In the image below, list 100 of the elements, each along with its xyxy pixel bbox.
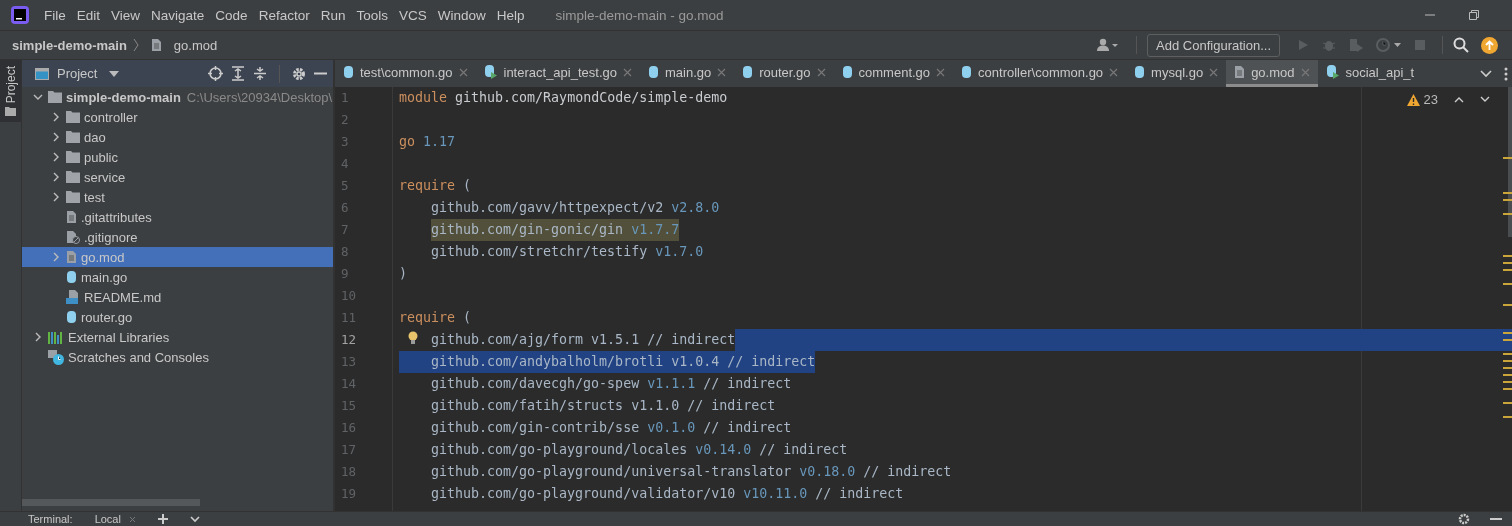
menu-item[interactable]: Tools [356,7,388,23]
menu-item[interactable]: Run [320,7,346,23]
menu-item[interactable]: VCS [398,7,427,23]
tree-item[interactable]: simple-demo-main [66,89,181,105]
tree-item[interactable]: README.md [84,289,162,305]
file-icon [150,38,162,52]
line-number: 19 [340,485,358,503]
line-number: 2 [340,111,350,129]
code-line: require ( [399,309,472,327]
editor-tab[interactable]: comment.go [833,60,954,87]
chevron-icon[interactable] [52,192,60,202]
go-file-icon [647,65,659,79]
chevron-icon[interactable] [34,332,42,342]
tree-item[interactable]: test [84,189,105,205]
project-view-dropdown[interactable]: Project [57,66,120,81]
inspection-widget[interactable]: 23 [1406,92,1490,107]
editor-tab[interactable]: mysql.go [1126,60,1227,87]
tree-item[interactable]: controller [84,109,138,125]
menu-item[interactable]: Refactor [258,7,310,23]
menu-item[interactable]: Code [215,7,248,23]
terminal-tab[interactable]: Local [94,513,121,525]
code-line: module github.com/RaymondCode/simple-demo [399,89,728,107]
chevron-icon[interactable] [33,93,43,101]
line-number: 12 [340,331,358,349]
go-file-icon [343,65,354,79]
editor-tab[interactable]: social_api_t [1317,60,1423,87]
editor-tab[interactable]: router.go [734,60,834,87]
restore-icon[interactable] [1468,9,1480,21]
breadcrumb-item[interactable]: go.mod [173,37,218,53]
folder-icon [66,131,80,143]
chevron-down-icon[interactable] [1480,96,1490,103]
line-number: 15 [340,397,358,415]
line-number: 4 [340,155,350,173]
add-configuration-button[interactable]: Add Configuration... [1147,33,1280,57]
tree-item[interactable]: Scratches and Consoles [68,349,209,365]
warning-icon [1406,93,1420,106]
tree-item[interactable]: main.go [81,269,128,285]
expand-all-icon[interactable] [231,66,245,81]
go-file-icon [66,270,77,284]
user-icon[interactable] [1096,38,1121,52]
go-file-icon [961,65,973,79]
chevron-icon[interactable] [52,152,60,162]
line-number: 18 [340,463,358,481]
go-file-icon [742,65,754,79]
project-path: C:\Users\20934\Desktop\ [186,89,333,105]
code-line: github.com/go-playground/validator/v10 v10.11.0 // indirect [431,485,904,503]
tree-item[interactable]: dao [84,129,106,145]
settings-icon[interactable] [1458,513,1470,525]
search-icon[interactable] [1453,37,1469,53]
editor-tab[interactable]: go.mod [1226,60,1318,87]
tree-item[interactable]: public [84,149,118,165]
file-icon [1234,65,1246,79]
code-line: github.com/gin-contrib/sse v0.1.0 // indirect [431,419,792,437]
scrollbar[interactable] [22,499,200,506]
line-number: 14 [340,375,358,393]
chevron-down-icon[interactable] [189,515,200,523]
chevron-down-icon[interactable] [1480,69,1492,78]
menu-item[interactable]: File [44,7,66,23]
profile-icon[interactable] [1376,38,1402,52]
code-line: github.com/go-playground/locales v0.14.0 // indirect [431,441,848,459]
tree-item[interactable]: router.go [81,309,133,325]
project-tool-tab[interactable]: Project [0,60,21,123]
line-number: 17 [340,441,358,459]
plus-icon[interactable] [157,514,168,524]
menu-item[interactable]: Navigate [151,7,205,23]
folder-icon [66,171,80,183]
editor-tab[interactable]: controller\common.go [953,60,1127,87]
menu-item[interactable]: View [111,7,141,23]
editor-tab[interactable]: test\common.go [335,60,476,87]
settings-icon[interactable] [292,66,306,81]
chevron-icon[interactable] [52,172,60,182]
window-title: simple-demo-main - go.mod [555,7,724,23]
chevron-icon[interactable] [52,132,60,142]
collapse-all-icon[interactable] [253,66,267,81]
breadcrumb-item[interactable]: simple-demo-main [12,37,127,53]
editor-tab[interactable]: main.go [639,60,735,87]
scrollbar[interactable] [1508,87,1512,237]
crosshair-icon[interactable] [208,66,223,81]
tree-item[interactable]: .gitattributes [81,209,152,225]
chevron-icon[interactable] [52,112,60,122]
code-line: github.com/andybalholm/brotli v1.0.4 // indirect [431,353,816,371]
more-icon[interactable] [1504,66,1508,81]
go-file-icon [841,65,853,79]
tree-item[interactable]: External Libraries [68,329,170,345]
lightbulb-icon[interactable] [408,331,418,345]
code-line: go 1.17 [399,133,456,151]
line-number: 13 [340,353,358,371]
code-line: require ( [399,177,472,195]
editor-tab[interactable]: interact_api_test.go [475,60,640,87]
menu-item[interactable]: Edit [76,7,101,23]
menu-item[interactable]: Help [496,7,525,23]
markdown-file-icon [66,290,80,304]
tree-item[interactable]: .gitignore [84,229,138,245]
chevron-icon[interactable] [52,252,60,262]
line-number: 5 [340,177,350,195]
update-icon[interactable] [1481,36,1498,54]
line-number: 6 [340,199,350,217]
menu-item[interactable]: Window [437,7,486,23]
tree-item[interactable]: service [84,169,126,185]
chevron-up-icon[interactable] [1454,96,1464,103]
